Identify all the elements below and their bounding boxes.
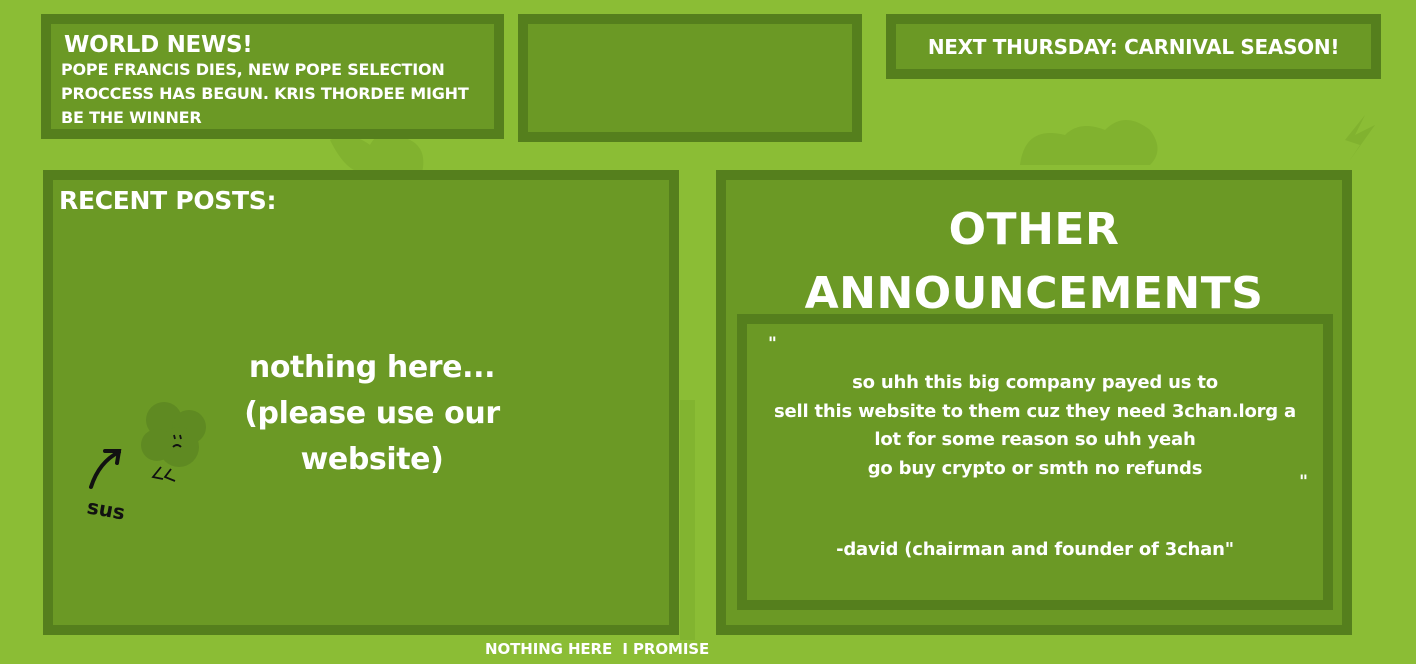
mascot-body (141, 402, 206, 467)
footer-note: NOTHING HERE I PROMISE (485, 640, 710, 658)
announcement-line: sell this website to them cuz they need … (773, 400, 1297, 422)
announcements-panel: OTHER ANNOUNCEMENTS " so uhh this big co… (716, 170, 1352, 635)
open-quote: " (768, 334, 777, 354)
bg-heart-shape (1020, 120, 1158, 165)
recent-posts-panel: RECENT POSTS: nothing here... (please us… (43, 170, 679, 635)
doodle-caption: sus (85, 494, 127, 524)
clover-mascot-icon: sus (85, 402, 206, 525)
world-news-panel: WORLD NEWS! POPE FRANCIS DIES, NEW POPE … (41, 14, 504, 139)
announcement-signature: -david (chairman and founder of 3chan" (836, 539, 1234, 560)
world-news-title: WORLD NEWS! (64, 32, 253, 58)
recent-posts-empty-message: nothing here... (please use our website) (244, 350, 500, 477)
announcements-title: OTHER ANNOUNCEMENTS (804, 204, 1264, 319)
announcement-line: go buy crypto or smth no refunds (867, 457, 1203, 479)
doodle-arrow (89, 449, 122, 489)
next-event-text: NEXT THURSDAY: CARNIVAL SEASON! (927, 35, 1340, 59)
bg-squiggle-shape (1345, 115, 1375, 160)
world-news-body: POPE FRANCIS DIES, NEW POPE SELECTION PR… (61, 60, 469, 127)
bg-stem-shape (680, 400, 695, 640)
empty-panel (518, 14, 862, 142)
announcement-text: so uhh this big company payed us to sell… (747, 369, 1323, 483)
announcement-box: " so uhh this big company payed us to se… (737, 314, 1333, 610)
next-event-panel: NEXT THURSDAY: CARNIVAL SEASON! (886, 14, 1381, 79)
recent-posts-title: RECENT POSTS: (59, 186, 277, 215)
announcement-line: lot for some reason so uhh yeah (874, 429, 1196, 450)
announcement-line: so uhh this big company payed us to (852, 372, 1218, 393)
close-quote: " (1299, 472, 1308, 492)
